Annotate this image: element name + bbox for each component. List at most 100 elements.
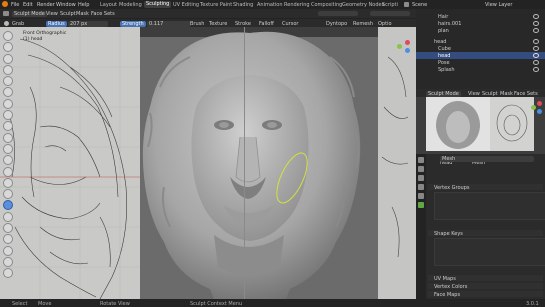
secondary-menu-view[interactable]: View: [468, 91, 480, 97]
outliner-row[interactable]: Pose: [416, 59, 545, 66]
mesh-data-tab-icon[interactable]: [418, 202, 424, 208]
shape-keys-panel-header[interactable]: Shape Keys: [428, 230, 543, 237]
outliner-row-label: plan: [438, 27, 449, 34]
outliner-row[interactable]: Hair: [416, 13, 545, 20]
eye-icon[interactable]: [533, 28, 539, 33]
viewport-shading-icons[interactable]: [318, 11, 358, 16]
draw-brush-icon[interactable]: [3, 31, 13, 41]
flatten-brush-icon[interactable]: [3, 143, 13, 154]
secondary-menu-sculpt[interactable]: Sculpt: [482, 91, 498, 97]
vertex-colors-panel-header[interactable]: Vertex Colors: [428, 283, 543, 290]
secondary-menu-mask[interactable]: Mask: [500, 91, 513, 97]
tab-shading[interactable]: Shading: [233, 2, 253, 8]
scene-tab-icon[interactable]: [418, 184, 424, 190]
smooth-brush-icon[interactable]: [3, 132, 13, 143]
tool-tab-icon[interactable]: [418, 157, 424, 163]
menu-edit[interactable]: Edit: [23, 2, 33, 8]
snake-hook-brush-icon[interactable]: [3, 223, 13, 234]
eye-icon[interactable]: [533, 60, 539, 65]
scene-icon[interactable]: [404, 2, 409, 7]
radius-label[interactable]: Radius: [46, 20, 67, 27]
multiplane-scrape-brush-icon[interactable]: [3, 177, 13, 188]
pinch-brush-icon[interactable]: [3, 189, 13, 200]
object-tab-icon[interactable]: [418, 193, 424, 199]
inflate-brush-icon[interactable]: [3, 98, 13, 109]
tab-uv-editing[interactable]: UV Editing: [173, 2, 199, 8]
mode-dropdown[interactable]: Sculpt Mode: [12, 10, 47, 17]
gizmo-z-axis-icon[interactable]: [537, 109, 542, 114]
box-mask-icon[interactable]: [3, 268, 13, 279]
tab-layout[interactable]: Layout: [100, 2, 117, 8]
scene-label[interactable]: Scene: [412, 2, 427, 8]
outliner-row[interactable]: head: [416, 38, 545, 45]
main-gizmo-x-axis-icon[interactable]: [405, 40, 410, 45]
vertex-groups-panel-header[interactable]: Vertex Groups: [428, 184, 543, 191]
strength-label[interactable]: Strength: [120, 20, 146, 27]
outliner-row-selected[interactable]: head: [416, 52, 545, 59]
face-maps-panel-header[interactable]: Face Maps: [428, 291, 543, 298]
strength-field[interactable]: 0.117: [147, 20, 191, 27]
uv-maps-panel-header[interactable]: UV Maps: [428, 275, 543, 282]
menu-file[interactable]: File: [11, 2, 19, 8]
crease-brush-icon[interactable]: [3, 121, 13, 132]
fill-brush-icon[interactable]: [3, 155, 13, 166]
mask-brush-icon[interactable]: [3, 256, 13, 267]
shape-keys-list[interactable]: [434, 238, 545, 266]
grab-brush-icon[interactable]: [3, 200, 13, 211]
eye-icon[interactable]: [533, 67, 539, 72]
menu-render[interactable]: Render: [37, 2, 55, 8]
radius-field[interactable]: 207 px: [68, 20, 108, 27]
tab-geometry-nodes[interactable]: Geometry Nodes: [342, 2, 384, 8]
scrape-brush-icon[interactable]: [3, 166, 13, 177]
brush-icon[interactable]: [4, 21, 9, 26]
tab-sculpting[interactable]: Sculpting: [144, 1, 172, 8]
outliner-row[interactable]: Cube: [416, 45, 545, 52]
tab-animation[interactable]: Animation: [257, 2, 283, 8]
tab-compositing[interactable]: Compositing: [311, 2, 342, 8]
clay-brush-icon[interactable]: [3, 53, 13, 64]
tab-texture-paint[interactable]: Texture Paint: [200, 2, 232, 8]
mesh-name-field[interactable]: Mesh: [440, 155, 534, 162]
editor-type-icon[interactable]: [3, 11, 9, 16]
header-menu-view[interactable]: View: [46, 11, 58, 17]
header-menu-mask[interactable]: Mask: [76, 11, 89, 17]
menu-window[interactable]: Window: [56, 2, 76, 8]
outliner-row[interactable]: hairs.001: [416, 20, 545, 27]
clay-strips-brush-icon[interactable]: [3, 64, 13, 75]
secondary-viewport[interactable]: [416, 97, 545, 154]
tab-rendering[interactable]: Rendering: [284, 2, 310, 8]
eye-icon[interactable]: [533, 46, 539, 51]
elastic-deform-brush-icon[interactable]: [3, 211, 13, 222]
status-select: Select: [12, 300, 28, 307]
pose-brush-icon[interactable]: [3, 245, 13, 256]
mirror-axis-icons[interactable]: [370, 11, 410, 16]
draw-sharp-brush-icon[interactable]: [3, 42, 13, 53]
main-gizmo-z-axis-icon[interactable]: [405, 48, 410, 53]
secondary-mode-dropdown[interactable]: Sculpt Mode: [426, 90, 461, 97]
menu-help[interactable]: Help: [78, 2, 89, 8]
gizmo-x-axis-icon[interactable]: [537, 101, 542, 106]
eye-icon[interactable]: [533, 39, 539, 44]
eye-icon[interactable]: [533, 14, 539, 19]
outliner-row[interactable]: plan: [416, 27, 545, 34]
view-layer-label[interactable]: View Layer: [485, 2, 512, 8]
eye-icon[interactable]: [533, 53, 539, 58]
blob-brush-icon[interactable]: [3, 110, 13, 121]
outliner-row[interactable]: Splash: [416, 66, 545, 73]
blender-logo-icon[interactable]: [2, 1, 8, 7]
gizmo-y-axis-icon[interactable]: [531, 105, 536, 110]
main-gizmo-y-axis-icon[interactable]: [397, 44, 402, 49]
eye-icon[interactable]: [533, 21, 539, 26]
tab-scripting[interactable]: Scripti: [382, 2, 398, 8]
header-menu-sculpt[interactable]: Sculpt: [60, 11, 76, 17]
tab-modeling[interactable]: Modeling: [119, 2, 142, 8]
vertex-groups-list[interactable]: [434, 192, 545, 220]
render-tab-icon[interactable]: [418, 166, 424, 172]
layer-brush-icon[interactable]: [3, 87, 13, 98]
viewport-3d[interactable]: Front Orthographic (1) head: [0, 27, 416, 299]
secondary-menu-face-sets[interactable]: Face Sets: [514, 91, 538, 97]
output-tab-icon[interactable]: [418, 175, 424, 181]
thumb-brush-icon[interactable]: [3, 234, 13, 245]
clay-thumb-brush-icon[interactable]: [3, 76, 13, 87]
header-menu-face-sets[interactable]: Face Sets: [91, 11, 115, 17]
